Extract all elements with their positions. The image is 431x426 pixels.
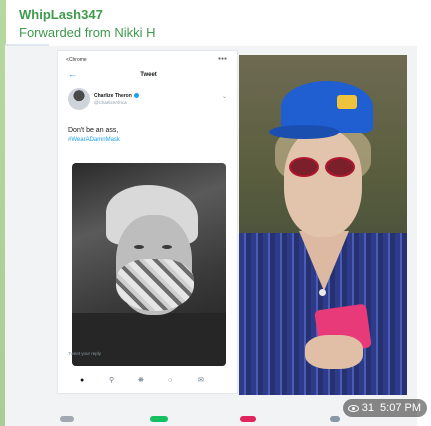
verified-icon (133, 93, 139, 99)
photo-hand (305, 335, 363, 369)
status-bar-icons: ●●● (217, 56, 227, 62)
message-time: 5:07 PM (380, 402, 421, 414)
home-icon: ● (80, 377, 85, 384)
photo-eye (162, 245, 172, 249)
search-icon: ⚲ (109, 377, 115, 384)
tweet-text: Don't be an ass, (68, 127, 119, 134)
tweet-nav-bar: ● ⚲ ❋ ○ ✉ (58, 376, 239, 388)
sender-name[interactable]: WhipLash347 (19, 7, 103, 22)
forwarded-from-label[interactable]: Forwarded from Nikki H (19, 25, 156, 40)
photo-cap-brim (269, 125, 339, 139)
view-count: 31 (361, 402, 375, 414)
tweet-author-avatar (68, 88, 90, 110)
photo-eye (134, 245, 144, 249)
next-message-preview (50, 416, 430, 426)
photo-car-seat (72, 313, 226, 366)
photo-sunglasses-lens (325, 157, 355, 177)
share-icon (330, 416, 340, 422)
mail-icon: ✉ (198, 377, 204, 384)
tweet-reply-placeholder: Tweet your reply (68, 351, 102, 356)
photo-pendant (319, 289, 326, 296)
chevron-down-icon: ⌄ (221, 94, 227, 100)
reply-icon (60, 416, 74, 422)
tweet-author-handle: @CharlizeAfrica (94, 100, 127, 105)
eye-icon (347, 404, 359, 412)
bell-icon: ○ (168, 377, 173, 384)
retweet-icon (150, 416, 168, 422)
photo-face-mask (116, 259, 194, 311)
candid-photo-image[interactable] (239, 55, 407, 395)
spaces-icon: ❋ (138, 377, 144, 384)
photo-cap-logo (337, 95, 357, 109)
photo-sunglasses-lens (289, 157, 319, 177)
tweet-author-name: Charlize Theron (94, 93, 139, 99)
tweet-photo-masked-selfie (72, 163, 226, 366)
like-icon (240, 416, 256, 422)
tweet-screenshot-image[interactable]: <Chrome ●●● ← Tweet Charlize Theron @Cha… (57, 50, 238, 394)
message-meta-badge: 31 5:07 PM (342, 399, 427, 417)
photo-face (284, 129, 362, 237)
tweet-hashtag: #WearADamnMask (68, 137, 120, 143)
status-bar-time: <Chrome (66, 57, 87, 63)
tweet-header-title: Tweet (140, 72, 157, 78)
